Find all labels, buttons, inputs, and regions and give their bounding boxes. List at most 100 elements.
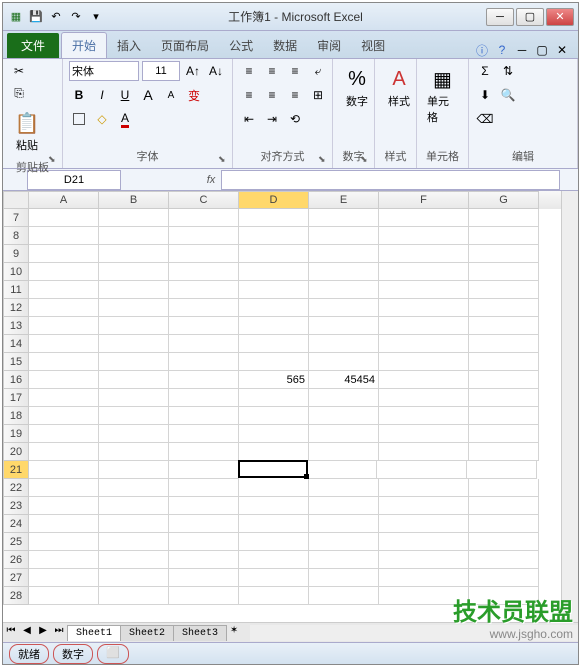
sheet-tab-sheet2[interactable]: Sheet2	[120, 625, 174, 641]
cell-D28[interactable]	[239, 587, 309, 605]
cell-F19[interactable]	[379, 425, 469, 443]
cell-E15[interactable]	[309, 353, 379, 371]
number-launcher-icon[interactable]: ⬊	[360, 154, 372, 166]
row-header-12[interactable]: 12	[3, 299, 29, 317]
cell-B8[interactable]	[99, 227, 169, 245]
cell-E26[interactable]	[309, 551, 379, 569]
indent-dec-icon[interactable]: ⇤	[239, 109, 259, 129]
cell-F28[interactable]	[379, 587, 469, 605]
wrap-text-icon[interactable]: ⤶	[308, 61, 328, 81]
cell-D15[interactable]	[239, 353, 309, 371]
tab-view[interactable]: 视图	[351, 33, 395, 58]
cell-E16[interactable]: 45454	[309, 371, 379, 389]
cell-F21[interactable]	[377, 461, 467, 479]
row-header-15[interactable]: 15	[3, 353, 29, 371]
cell-E8[interactable]	[309, 227, 379, 245]
sheet-nav-prev-icon[interactable]: ◀	[19, 625, 35, 641]
cell-C13[interactable]	[169, 317, 239, 335]
indent-inc-icon[interactable]: ⇥	[262, 109, 282, 129]
align-right-icon[interactable]: ≡	[285, 85, 305, 105]
minimize-ribbon-icon[interactable]: ⓘ	[474, 42, 490, 58]
tab-insert[interactable]: 插入	[107, 33, 151, 58]
font-big-a-icon[interactable]: A	[138, 85, 158, 105]
cell-A14[interactable]	[29, 335, 99, 353]
undo-icon[interactable]: ↶	[47, 8, 65, 26]
cell-B13[interactable]	[99, 317, 169, 335]
cell-B21[interactable]	[99, 461, 169, 479]
cell-E12[interactable]	[309, 299, 379, 317]
cell-F15[interactable]	[379, 353, 469, 371]
row-header-7[interactable]: 7	[3, 209, 29, 227]
cell-A11[interactable]	[29, 281, 99, 299]
cell-G25[interactable]	[469, 533, 539, 551]
cell-E27[interactable]	[309, 569, 379, 587]
cell-E10[interactable]	[309, 263, 379, 281]
select-all-corner[interactable]	[3, 191, 29, 209]
clipboard-launcher-icon[interactable]: ⬊	[48, 154, 60, 166]
cell-G7[interactable]	[469, 209, 539, 227]
excel-icon[interactable]: ▦	[7, 8, 25, 26]
cell-E25[interactable]	[309, 533, 379, 551]
cell-E19[interactable]	[309, 425, 379, 443]
cell-A16[interactable]	[29, 371, 99, 389]
cell-E24[interactable]	[309, 515, 379, 533]
cut-icon[interactable]: ✂	[9, 61, 29, 81]
cell-D14[interactable]	[239, 335, 309, 353]
cell-A24[interactable]	[29, 515, 99, 533]
help-icon[interactable]: ?	[494, 42, 510, 58]
row-header-17[interactable]: 17	[3, 389, 29, 407]
row-header-24[interactable]: 24	[3, 515, 29, 533]
tab-data[interactable]: 数据	[263, 33, 307, 58]
cell-C14[interactable]	[169, 335, 239, 353]
cell-A21[interactable]	[29, 461, 99, 479]
cell-G13[interactable]	[469, 317, 539, 335]
cell-A19[interactable]	[29, 425, 99, 443]
cell-F22[interactable]	[379, 479, 469, 497]
cell-B14[interactable]	[99, 335, 169, 353]
cell-B7[interactable]	[99, 209, 169, 227]
cell-C10[interactable]	[169, 263, 239, 281]
fx-icon[interactable]: fx	[201, 174, 221, 186]
cell-D24[interactable]	[239, 515, 309, 533]
cell-B23[interactable]	[99, 497, 169, 515]
borders-icon[interactable]	[69, 109, 89, 129]
row-header-20[interactable]: 20	[3, 443, 29, 461]
align-middle-icon[interactable]: ≡	[262, 61, 282, 81]
maximize-button[interactable]: ▢	[516, 8, 544, 26]
cell-B25[interactable]	[99, 533, 169, 551]
cell-G17[interactable]	[469, 389, 539, 407]
col-header-D[interactable]: D	[239, 191, 309, 209]
cell-D7[interactable]	[239, 209, 309, 227]
cell-C27[interactable]	[169, 569, 239, 587]
cell-G22[interactable]	[469, 479, 539, 497]
cell-F23[interactable]	[379, 497, 469, 515]
cells-button[interactable]: ▦ 单元格	[423, 61, 462, 129]
fill-color-icon[interactable]: ◇	[92, 109, 112, 129]
save-icon[interactable]: 💾	[27, 8, 45, 26]
status-record-icon[interactable]: ⬜	[97, 644, 129, 664]
underline-icon[interactable]: U	[115, 85, 135, 105]
find-icon[interactable]: 🔍	[498, 85, 518, 105]
row-header-11[interactable]: 11	[3, 281, 29, 299]
cell-F7[interactable]	[379, 209, 469, 227]
cell-G27[interactable]	[469, 569, 539, 587]
sheet-nav-last-icon[interactable]: ⏭	[51, 625, 67, 641]
sheet-tab-sheet3[interactable]: Sheet3	[173, 625, 227, 641]
row-header-22[interactable]: 22	[3, 479, 29, 497]
cell-E21[interactable]	[307, 461, 377, 479]
align-bottom-icon[interactable]: ≡	[285, 61, 305, 81]
cell-E28[interactable]	[309, 587, 379, 605]
col-header-B[interactable]: B	[99, 191, 169, 209]
cell-F26[interactable]	[379, 551, 469, 569]
col-header-F[interactable]: F	[379, 191, 469, 209]
cell-A13[interactable]	[29, 317, 99, 335]
sheet-nav-next-icon[interactable]: ▶	[35, 625, 51, 641]
align-launcher-icon[interactable]: ⬊	[318, 154, 330, 166]
cell-D22[interactable]	[239, 479, 309, 497]
cell-F20[interactable]	[379, 443, 469, 461]
col-header-E[interactable]: E	[309, 191, 379, 209]
row-header-28[interactable]: 28	[3, 587, 29, 605]
paste-button[interactable]: 📋 粘贴	[9, 105, 45, 157]
cell-C17[interactable]	[169, 389, 239, 407]
bold-icon[interactable]: B	[69, 85, 89, 105]
